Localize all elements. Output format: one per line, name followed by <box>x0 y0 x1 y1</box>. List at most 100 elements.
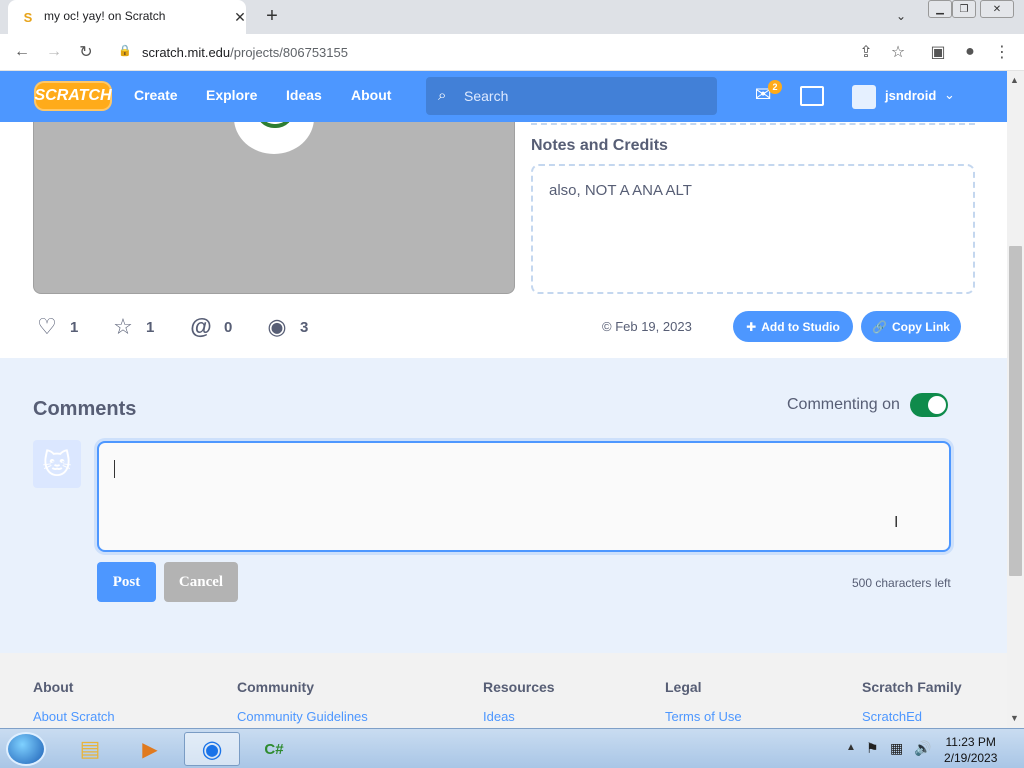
footer-link-terms[interactable]: Terms of Use <box>665 709 742 724</box>
view-count: 3 <box>300 318 309 336</box>
comment-input[interactable] <box>97 441 951 552</box>
favorite-count: 1 <box>146 318 155 336</box>
love-count: 1 <box>70 318 79 336</box>
eye-icon: ◉ <box>267 314 287 339</box>
share-icon[interactable]: ⇪ <box>856 42 876 62</box>
add-to-studio-button[interactable]: ✚ Add to Studio <box>733 311 853 342</box>
volume-icon[interactable]: 🔊 <box>914 740 931 757</box>
green-flag-icon <box>256 122 294 128</box>
footer-link-about-scratch[interactable]: About Scratch <box>33 709 115 724</box>
remix-count: 0 <box>224 318 233 336</box>
search-input[interactable] <box>464 87 704 105</box>
footer-heading-legal: Legal <box>665 679 702 695</box>
link-icon: 🔗 <box>872 319 887 334</box>
commenter-avatar: 🐱 <box>33 440 81 488</box>
menu-kebab-icon[interactable]: ⋮ <box>992 42 1012 62</box>
footer-link-ideas[interactable]: Ideas <box>483 709 515 724</box>
media-player-icon[interactable]: ▶ <box>122 732 178 766</box>
project-page: Notes and Credits also, NOT A ANA ALT ♡ 1… <box>0 122 1007 728</box>
favorite-stat[interactable]: ☆ 1 <box>110 314 155 339</box>
tab-title: my oc! yay! on Scratch <box>44 9 166 23</box>
comments-section: Comments Commenting on 🐱 I Post Cancel 5… <box>0 358 1007 653</box>
clock-time: 11:23 PM <box>945 735 996 749</box>
notes-text: also, NOT A ANA ALT <box>549 182 692 199</box>
browser-toolbar: ← → ↻ 🔒 scratch.mit.edu/projects/8067531… <box>0 34 1024 71</box>
action-center-flag-icon[interactable]: ⚑ <box>866 740 879 757</box>
footer-heading-resources: Resources <box>483 679 555 695</box>
search-box[interactable]: ⌕ <box>426 77 717 115</box>
my-stuff-folder-icon[interactable] <box>800 86 824 106</box>
system-clock[interactable]: 11:23 PM 2/19/2023 <box>944 734 997 766</box>
user-avatar[interactable] <box>852 85 876 109</box>
new-tab-button[interactable]: + <box>262 5 282 27</box>
back-icon[interactable]: ← <box>12 42 32 62</box>
profile-icon[interactable]: ● <box>960 42 980 62</box>
nav-about[interactable]: About <box>351 87 391 103</box>
minimize-icon[interactable]: ▁ <box>928 0 952 18</box>
csharp-app-icon[interactable]: C# <box>246 732 302 766</box>
footer-link-community-guidelines[interactable]: Community Guidelines <box>237 709 368 724</box>
scroll-up-arrow-icon[interactable]: ▲ <box>1010 75 1019 85</box>
add-to-studio-label: Add to Studio <box>761 319 840 334</box>
chrome-taskbar-icon[interactable]: ◉ <box>184 732 240 766</box>
browser-tab-strip: S my oc! yay! on Scratch ✕ + ⌄ ▁ ❐ ✕ <box>0 0 1024 34</box>
commenting-toggle[interactable] <box>910 393 948 417</box>
copy-link-label: Copy Link <box>891 319 950 334</box>
footer-heading-community: Community <box>237 679 314 695</box>
start-button[interactable] <box>6 732 46 766</box>
love-stat[interactable]: ♡ 1 <box>34 314 79 339</box>
footer-link-scratched[interactable]: ScratchEd <box>862 709 922 724</box>
remix-stat: @0 <box>188 314 233 339</box>
comments-heading: Comments <box>33 398 137 420</box>
bookmark-star-icon[interactable]: ☆ <box>888 42 908 62</box>
characters-left: 500 characters left <box>852 576 951 590</box>
star-icon: ☆ <box>113 314 133 339</box>
notes-heading: Notes and Credits <box>531 137 668 154</box>
address-bar[interactable]: 🔒 scratch.mit.edu/projects/806753155 <box>112 38 912 66</box>
network-icon[interactable]: ▦ <box>890 740 903 757</box>
commenting-label: Commenting on <box>787 396 900 413</box>
tab-close-icon[interactable]: ✕ <box>232 9 248 25</box>
scratch-logo[interactable]: SCRATCH <box>34 81 112 111</box>
side-panel-icon[interactable]: ▣ <box>928 42 948 62</box>
scratch-favicon-icon: S <box>23 9 33 25</box>
windows-taskbar: ▤ ▶ ◉ C# ▲ ⚑ ▦ 🔊 11:23 PM 2/19/2023 <box>0 728 1024 768</box>
page-scrollbar[interactable]: ▲ ▼ <box>1007 71 1024 728</box>
footer-heading-about: About <box>33 679 74 695</box>
nav-create[interactable]: Create <box>134 87 178 103</box>
scratch-navbar: SCRATCH Create Explore Ideas About ⌕ ✉ 2… <box>0 71 1007 122</box>
i-beam-cursor-icon: I <box>894 514 899 531</box>
copy-link-button[interactable]: 🔗 Copy Link <box>861 311 961 342</box>
nav-ideas[interactable]: Ideas <box>286 87 322 103</box>
footer-heading-scratch-family: Scratch Family <box>862 679 962 695</box>
remix-spiral-icon: @ <box>190 314 212 339</box>
project-stage[interactable] <box>33 122 515 294</box>
scrollbar-thumb[interactable] <box>1009 246 1022 576</box>
close-window-icon[interactable]: ✕ <box>980 0 1014 18</box>
clock-date: 2/19/2023 <box>944 751 998 765</box>
tab-search-chevron-icon[interactable]: ⌄ <box>896 9 906 23</box>
share-date: © Feb 19, 2023 <box>602 319 692 334</box>
text-caret <box>114 460 115 478</box>
restore-icon[interactable]: ❐ <box>952 0 976 18</box>
username[interactable]: jsndroid <box>885 88 936 103</box>
post-button[interactable]: Post <box>97 562 156 602</box>
message-count-badge: 2 <box>768 80 782 94</box>
file-explorer-icon[interactable]: ▤ <box>62 732 118 766</box>
scroll-down-arrow-icon[interactable]: ▼ <box>1010 713 1019 723</box>
forward-icon[interactable]: → <box>44 42 64 62</box>
browser-tab[interactable]: S my oc! yay! on Scratch ✕ <box>8 0 246 34</box>
plus-icon: ✚ <box>746 319 757 334</box>
cancel-button[interactable]: Cancel <box>164 562 238 602</box>
lock-icon[interactable]: 🔒 <box>118 44 132 57</box>
tray-expand-icon[interactable]: ▲ <box>846 742 856 753</box>
toggle-knob <box>928 396 946 414</box>
url-text[interactable]: scratch.mit.edu/projects/806753155 <box>142 45 348 60</box>
views-stat: ◉ 3 <box>264 314 309 339</box>
reload-icon[interactable]: ↻ <box>76 42 96 62</box>
nav-explore[interactable]: Explore <box>206 87 257 103</box>
heart-icon: ♡ <box>37 314 57 339</box>
green-flag-overlay[interactable] <box>234 122 314 154</box>
user-dropdown-chevron-icon[interactable]: ⌄ <box>944 87 955 103</box>
site-footer: About About Scratch Community Community … <box>0 653 1007 728</box>
